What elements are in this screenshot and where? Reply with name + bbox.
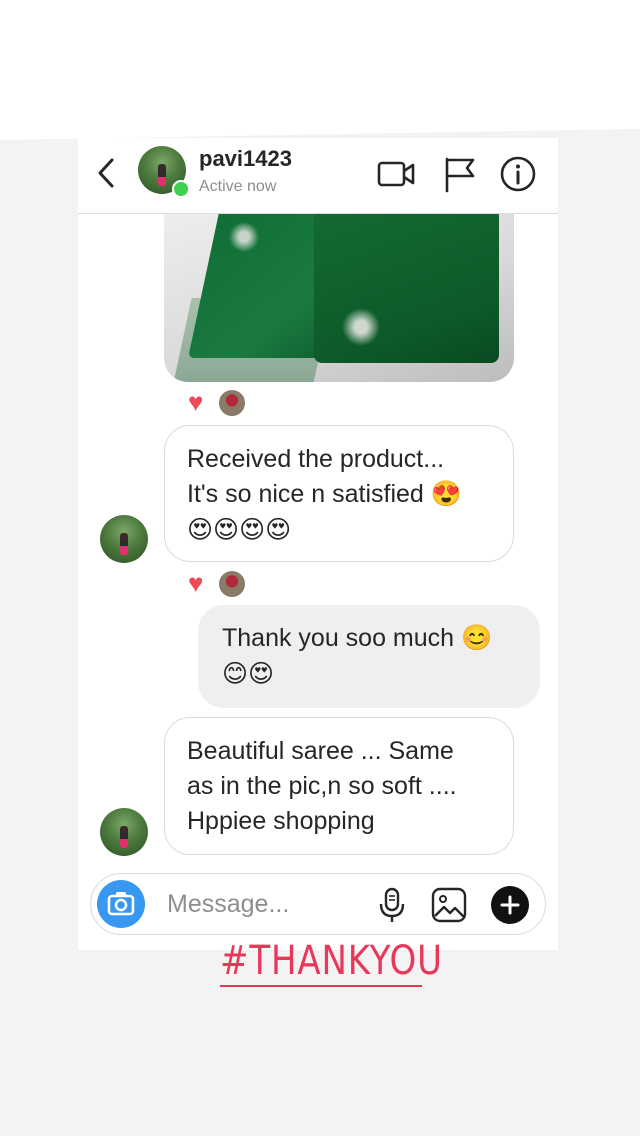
received-message[interactable]: Beautiful saree ... Same as in the pic,n… xyxy=(164,717,514,855)
heart-icon: ♥ xyxy=(188,568,204,598)
message-emoji-line: 😊😍 xyxy=(222,659,275,688)
received-message[interactable]: Received the product... It's so nice n s… xyxy=(164,425,514,562)
message-text-line: Received the product... xyxy=(187,445,445,473)
reactor-avatar xyxy=(218,389,246,417)
plus-icon xyxy=(500,895,520,915)
gallery-icon[interactable] xyxy=(431,887,467,923)
message-text-line: as in the pic,n so soft .... xyxy=(187,772,457,800)
message-text-line: Hppiee shopping xyxy=(187,807,375,835)
sender-avatar[interactable] xyxy=(100,515,148,563)
message-input[interactable] xyxy=(167,888,347,920)
dm-screen: pavi1423 Active now ♥ Received the produ… xyxy=(78,138,558,950)
reactor-avatar xyxy=(218,570,246,598)
sent-message[interactable]: Thank you soo much 😊 😊😍 xyxy=(198,605,540,708)
microphone-icon[interactable] xyxy=(377,886,407,924)
info-icon[interactable] xyxy=(498,154,538,194)
message-emoji-line: 😍😍😍😍 xyxy=(187,515,292,544)
message-text-line: It's so nice n satisfied 😍 xyxy=(187,480,462,508)
message-text-line: Beautiful saree ... Same xyxy=(187,737,454,765)
camera-button[interactable] xyxy=(97,880,145,928)
heart-icon: ♥ xyxy=(188,387,204,417)
caption-underline xyxy=(220,985,422,987)
camera-icon xyxy=(107,892,135,916)
message-text-line: Thank you soo much 😊 xyxy=(222,624,493,652)
contact-username[interactable]: pavi1423 xyxy=(199,146,292,172)
video-call-icon[interactable] xyxy=(376,154,416,194)
chat-header: pavi1423 Active now xyxy=(78,138,558,214)
message-composer xyxy=(90,873,546,935)
back-arrow-icon[interactable] xyxy=(92,156,120,190)
sender-avatar[interactable] xyxy=(100,808,148,856)
add-more-button[interactable] xyxy=(491,886,529,924)
image-message[interactable] xyxy=(164,188,514,382)
thank-you-caption: #THANKYOU xyxy=(220,938,443,984)
flag-icon[interactable] xyxy=(440,154,480,194)
message-reaction[interactable]: ♥ xyxy=(188,387,248,417)
contact-status: Active now xyxy=(199,178,277,195)
message-reaction[interactable]: ♥ xyxy=(188,568,248,598)
online-status-dot xyxy=(172,180,190,198)
top-blank-area xyxy=(0,0,640,140)
